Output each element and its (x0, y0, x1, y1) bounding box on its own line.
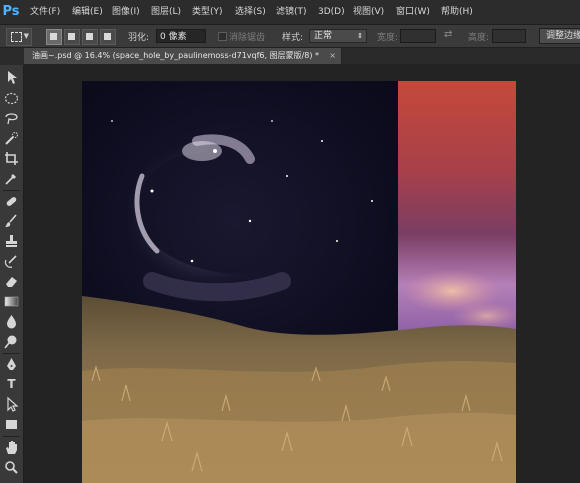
eyedropper-icon[interactable] (3, 170, 20, 187)
menu-bar: Ps 文件(F) 编辑(E) 图像(I) 图层(L) 类型(Y) 选择(S) 滤… (0, 0, 580, 25)
path-selection-icon[interactable] (3, 396, 20, 413)
menu-layer[interactable]: 图层(L) (151, 0, 181, 24)
feather-label: 羽化: (128, 33, 150, 43)
move-icon[interactable] (3, 69, 20, 86)
document-title: 油画~.psd @ 16.4% (space_hole_by_paulinemo… (32, 51, 320, 60)
feather-input[interactable]: 0 像素 (156, 29, 206, 43)
lasso-icon[interactable] (3, 110, 20, 127)
width-label: 宽度: (377, 33, 399, 43)
zoom-icon[interactable] (3, 459, 20, 476)
intersect-selection-button[interactable] (100, 29, 116, 45)
hand-icon[interactable] (3, 439, 20, 456)
menu-file[interactable]: 文件(F) (30, 0, 60, 24)
document-tab-bar: 油画~.psd @ 16.4% (space_hole_by_paulinemo… (24, 48, 580, 64)
toolbox-divider (3, 436, 20, 437)
tool-preset-picker[interactable]: ▼ (6, 28, 32, 46)
clone-stamp-icon[interactable] (3, 233, 20, 250)
updown-icon: ⇕ (357, 32, 363, 40)
menu-help[interactable]: 帮助(H) (441, 0, 473, 24)
document-canvas[interactable] (82, 81, 516, 483)
toolbox: T (0, 65, 24, 483)
height-input[interactable] (492, 29, 526, 43)
brush-icon[interactable] (3, 213, 20, 230)
new-selection-button[interactable] (46, 29, 62, 45)
artwork (82, 81, 516, 483)
menu-edit[interactable]: 编辑(E) (72, 0, 103, 24)
eraser-icon[interactable] (3, 273, 20, 290)
document-tab[interactable]: 油画~.psd @ 16.4% (space_hole_by_paulinemo… (24, 48, 342, 64)
history-brush-icon[interactable] (3, 253, 20, 270)
square-icon (50, 33, 57, 40)
options-bar: ▼ 羽化: 0 像素 消除锯齿 样式: 正常 ⇕ 宽度: ⇄ 高度: 调整边缘 (0, 25, 580, 48)
spot-healing-icon[interactable] (3, 193, 20, 210)
swap-dimensions-icon[interactable]: ⇄ (444, 29, 452, 40)
menu-3d[interactable]: 3D(D) (318, 0, 345, 24)
square-icon (86, 33, 93, 40)
menu-view[interactable]: 视图(V) (353, 0, 384, 24)
refine-edge-button[interactable]: 调整边缘 (539, 28, 580, 44)
add-to-selection-button[interactable] (64, 29, 80, 45)
menu-image[interactable]: 图像(I) (112, 0, 140, 24)
antialias-checkbox[interactable] (218, 32, 227, 41)
rect-marquee-icon (11, 32, 22, 42)
toolbox-divider (3, 190, 20, 191)
style-value: 正常 (314, 31, 333, 41)
close-icon[interactable]: × (329, 48, 336, 64)
height-label: 高度: (468, 33, 490, 43)
width-input[interactable] (400, 29, 436, 43)
rectangle-icon[interactable] (3, 416, 20, 433)
style-label: 样式: (282, 33, 304, 43)
photoshop-logo: Ps (0, 0, 22, 24)
toolbox-divider (3, 353, 20, 354)
quick-selection-icon[interactable] (3, 130, 20, 147)
antialias-label: 消除锯齿 (229, 33, 266, 43)
chevron-down-icon: ▼ (23, 32, 29, 40)
workspace (24, 64, 580, 483)
square-icon (68, 33, 75, 40)
menu-select[interactable]: 选择(S) (235, 0, 266, 24)
menu-type[interactable]: 类型(Y) (192, 0, 223, 24)
pen-icon[interactable] (3, 356, 20, 373)
crop-icon[interactable] (3, 150, 20, 167)
type-icon[interactable]: T (3, 376, 20, 393)
menu-filter[interactable]: 滤镜(T) (276, 0, 307, 24)
square-icon (104, 33, 111, 40)
style-select[interactable]: 正常 ⇕ (309, 29, 367, 43)
gradient-icon[interactable] (3, 293, 20, 310)
elliptical-marquee-icon[interactable] (3, 90, 20, 107)
blur-icon[interactable] (3, 313, 20, 330)
subtract-selection-button[interactable] (82, 29, 98, 45)
dodge-icon[interactable] (3, 333, 20, 350)
menu-window[interactable]: 窗口(W) (396, 0, 430, 24)
